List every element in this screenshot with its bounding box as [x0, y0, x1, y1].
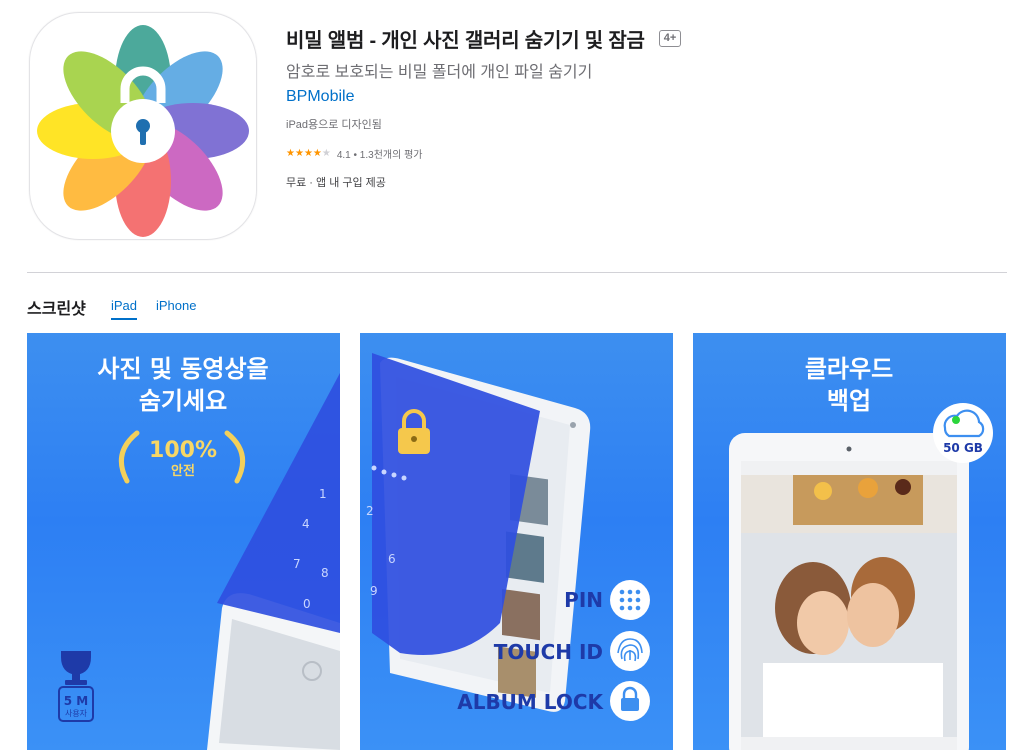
star-icon: ★ [303, 148, 313, 159]
feature-pin: PIN [564, 588, 603, 612]
keypad-digit: 4 [302, 517, 310, 531]
rating-stars: ★★★★★ [286, 148, 331, 159]
overlay-panel [217, 373, 340, 633]
couple-photo [741, 475, 957, 750]
title-row: 비밀 앨범 - 개인 사진 갤러리 숨기기 및 잠금 4+ [286, 24, 682, 53]
price-label: 무료 · 앱 내 구입 제공 [286, 177, 386, 189]
screenshot-1[interactable]: 1 4 7 8 0 사진 및 동영상을 숨기세요 100% 안전 5 M 사용자 [27, 333, 340, 750]
screenshots-heading: 스크린샷 [27, 301, 86, 318]
star-empty-icon: ★ [321, 148, 331, 159]
star-icon: ★ [312, 148, 322, 159]
users-value: 5 M [64, 694, 88, 708]
feature-touch-id: TOUCH ID [494, 640, 603, 664]
divider [27, 272, 1007, 273]
app-icon [29, 12, 257, 240]
keypad-digit: 9 [370, 584, 378, 598]
fingerprint-icon [610, 631, 650, 671]
headline-line-1: 클라우드 [805, 355, 893, 383]
flower-lock-icon [37, 25, 249, 237]
keypad-digit: 2 [366, 504, 374, 518]
tab-iphone[interactable]: iPhone [156, 298, 196, 313]
keypad-digit: 6 [388, 552, 396, 566]
headline-line-2: 숨기세요 [139, 387, 227, 415]
keypad-digit: 1 [319, 487, 327, 501]
developer-link[interactable]: BPMobile [286, 88, 354, 106]
age-rating-badge: 4+ [658, 30, 682, 47]
badge-value: 100% [149, 438, 217, 463]
app-subtitle: 암호로 보호되는 비밀 폴더에 개인 파일 숨기기 [286, 64, 593, 81]
keypad-digit: 7 [293, 557, 301, 571]
cloud-storage-badge: 50 GB [933, 403, 993, 463]
designed-for-label: iPad용으로 디자인됨 [286, 119, 382, 131]
pin-icon [610, 580, 650, 620]
users-label: 사용자 [65, 709, 88, 718]
rating-row: ★★★★★ 4.1 • 1.3천개의 평가 [286, 146, 422, 161]
album-lock-icon [610, 681, 650, 721]
headline-line-2: 백업 [827, 387, 871, 415]
app-title: 비밀 앨범 - 개인 사진 갤러리 숨기기 및 잠금 [286, 30, 645, 52]
keypad-digit: 8 [321, 566, 329, 580]
storage-value: 50 GB [943, 441, 983, 455]
rating-text: 4.1 • 1.3천개의 평가 [336, 150, 423, 161]
star-icon: ★ [294, 148, 304, 159]
keypad-digit: 0 [303, 597, 311, 611]
trophy-icon [61, 651, 91, 685]
screenshot-2[interactable]: 2 6 9 PIN TOUCH ID ALBUM LOCK [360, 333, 673, 750]
badge-label: 안전 [171, 463, 195, 479]
headline-line-1: 사진 및 동영상을 [97, 355, 268, 383]
feature-album-lock: ALBUM LOCK [457, 690, 604, 714]
star-icon: ★ [286, 148, 295, 159]
tab-ipad[interactable]: iPad [111, 298, 138, 320]
screenshot-3[interactable]: 클라우드 백업 50 GB [693, 333, 1006, 750]
